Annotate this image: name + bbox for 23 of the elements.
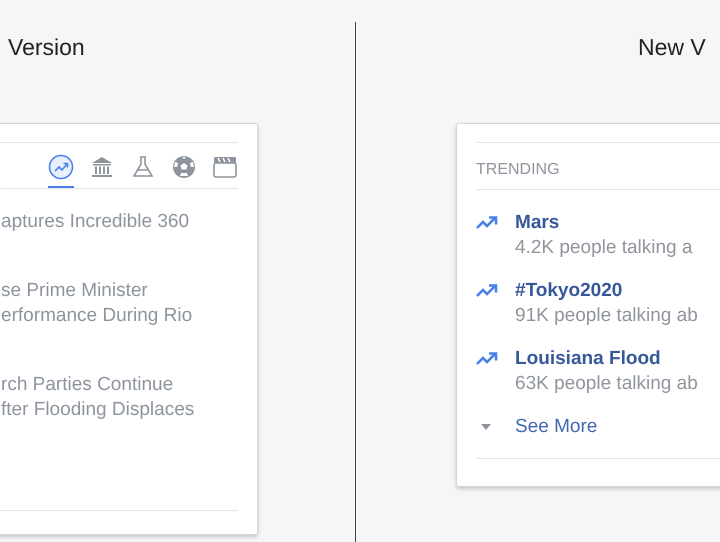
topic-link[interactable]: #Tokyo2020 (515, 278, 698, 303)
section-heading: New V (637, 33, 707, 62)
headline[interactable]: se Prime Minister erformance During Rio (1, 278, 238, 328)
trending-arrow-icon (476, 352, 500, 366)
topic-subtitle: 63K people talking ab (515, 372, 698, 396)
topic-link[interactable]: Mars (515, 210, 692, 235)
section-title: TRENDING (476, 160, 561, 180)
headline[interactable]: rch Parties Continue fter Flooding Displaces (1, 372, 238, 422)
topic-subtitle: 91K people talking ab (515, 304, 698, 328)
trending-icon (48, 154, 74, 180)
headline[interactable]: aptures Incredible 360 (1, 209, 238, 234)
see-more-link[interactable]: See More (515, 416, 598, 438)
section-heading: Version (7, 33, 86, 62)
clapperboard-icon (212, 154, 238, 180)
bank-icon (89, 154, 115, 180)
category-tab[interactable] (48, 154, 74, 188)
trending-arrow-icon (476, 284, 500, 298)
trending-arrow-icon (476, 216, 500, 230)
caret-icon (481, 424, 491, 430)
topic-subtitle: 4.2K people talking a (515, 236, 692, 260)
soccer-ball-icon (171, 154, 197, 180)
flask-icon (130, 154, 156, 180)
topic-link[interactable]: Louisiana Flood (515, 346, 698, 371)
